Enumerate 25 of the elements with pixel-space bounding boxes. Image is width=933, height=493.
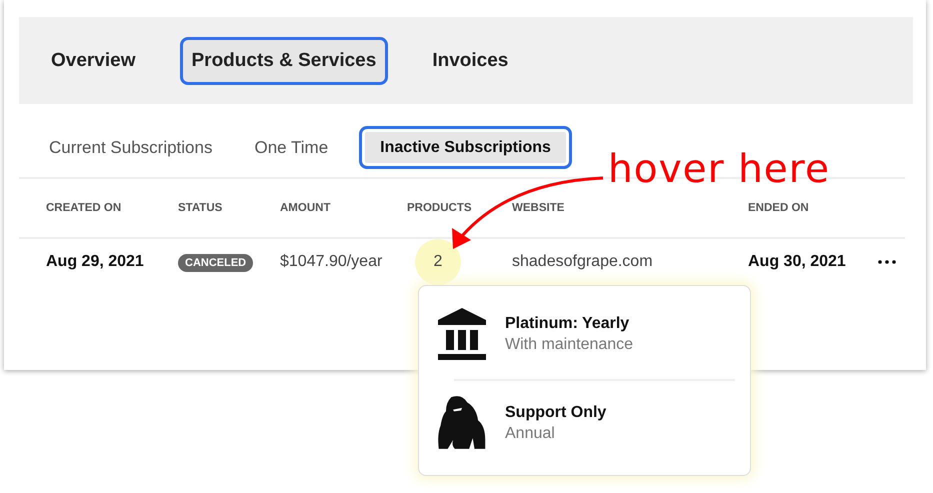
- tab[interactable]: Invoices: [420, 36, 520, 84]
- product-count[interactable]: 2: [415, 239, 461, 285]
- annotation-text: hover here: [608, 147, 830, 192]
- product-plan: Annual: [505, 424, 556, 442]
- more-options-icon[interactable]: [878, 260, 896, 264]
- tab[interactable]: One Time: [243, 126, 340, 169]
- product-plan: With maintenance: [505, 336, 634, 354]
- column-header: WEBSITE: [512, 202, 566, 214]
- table-cell-text: $1047.90/year: [280, 253, 384, 271]
- column-header: AMOUNT: [280, 202, 332, 214]
- table-cell-text: Aug 30, 2021: [748, 253, 847, 271]
- status-badge: CANCELED: [178, 254, 254, 272]
- tab[interactable]: Current Subscriptions: [38, 126, 224, 169]
- column-header: ENDED ON: [748, 202, 810, 214]
- tab[interactable]: Overview: [39, 36, 148, 84]
- column-header: PRODUCTS: [407, 202, 473, 214]
- tab[interactable]: Products & Services: [180, 36, 388, 84]
- tab[interactable]: Inactive Subscriptions: [359, 126, 572, 169]
- column-header: STATUS: [178, 202, 224, 214]
- product-name: Platinum: Yearly: [505, 314, 630, 332]
- table-cell-text: Aug 29, 2021: [46, 253, 145, 271]
- column-header: CREATED ON: [46, 202, 122, 214]
- table-cell-text: shadesofgrape.com: [512, 253, 654, 271]
- bank-icon: [438, 308, 486, 360]
- product-name: Support Only: [505, 404, 606, 422]
